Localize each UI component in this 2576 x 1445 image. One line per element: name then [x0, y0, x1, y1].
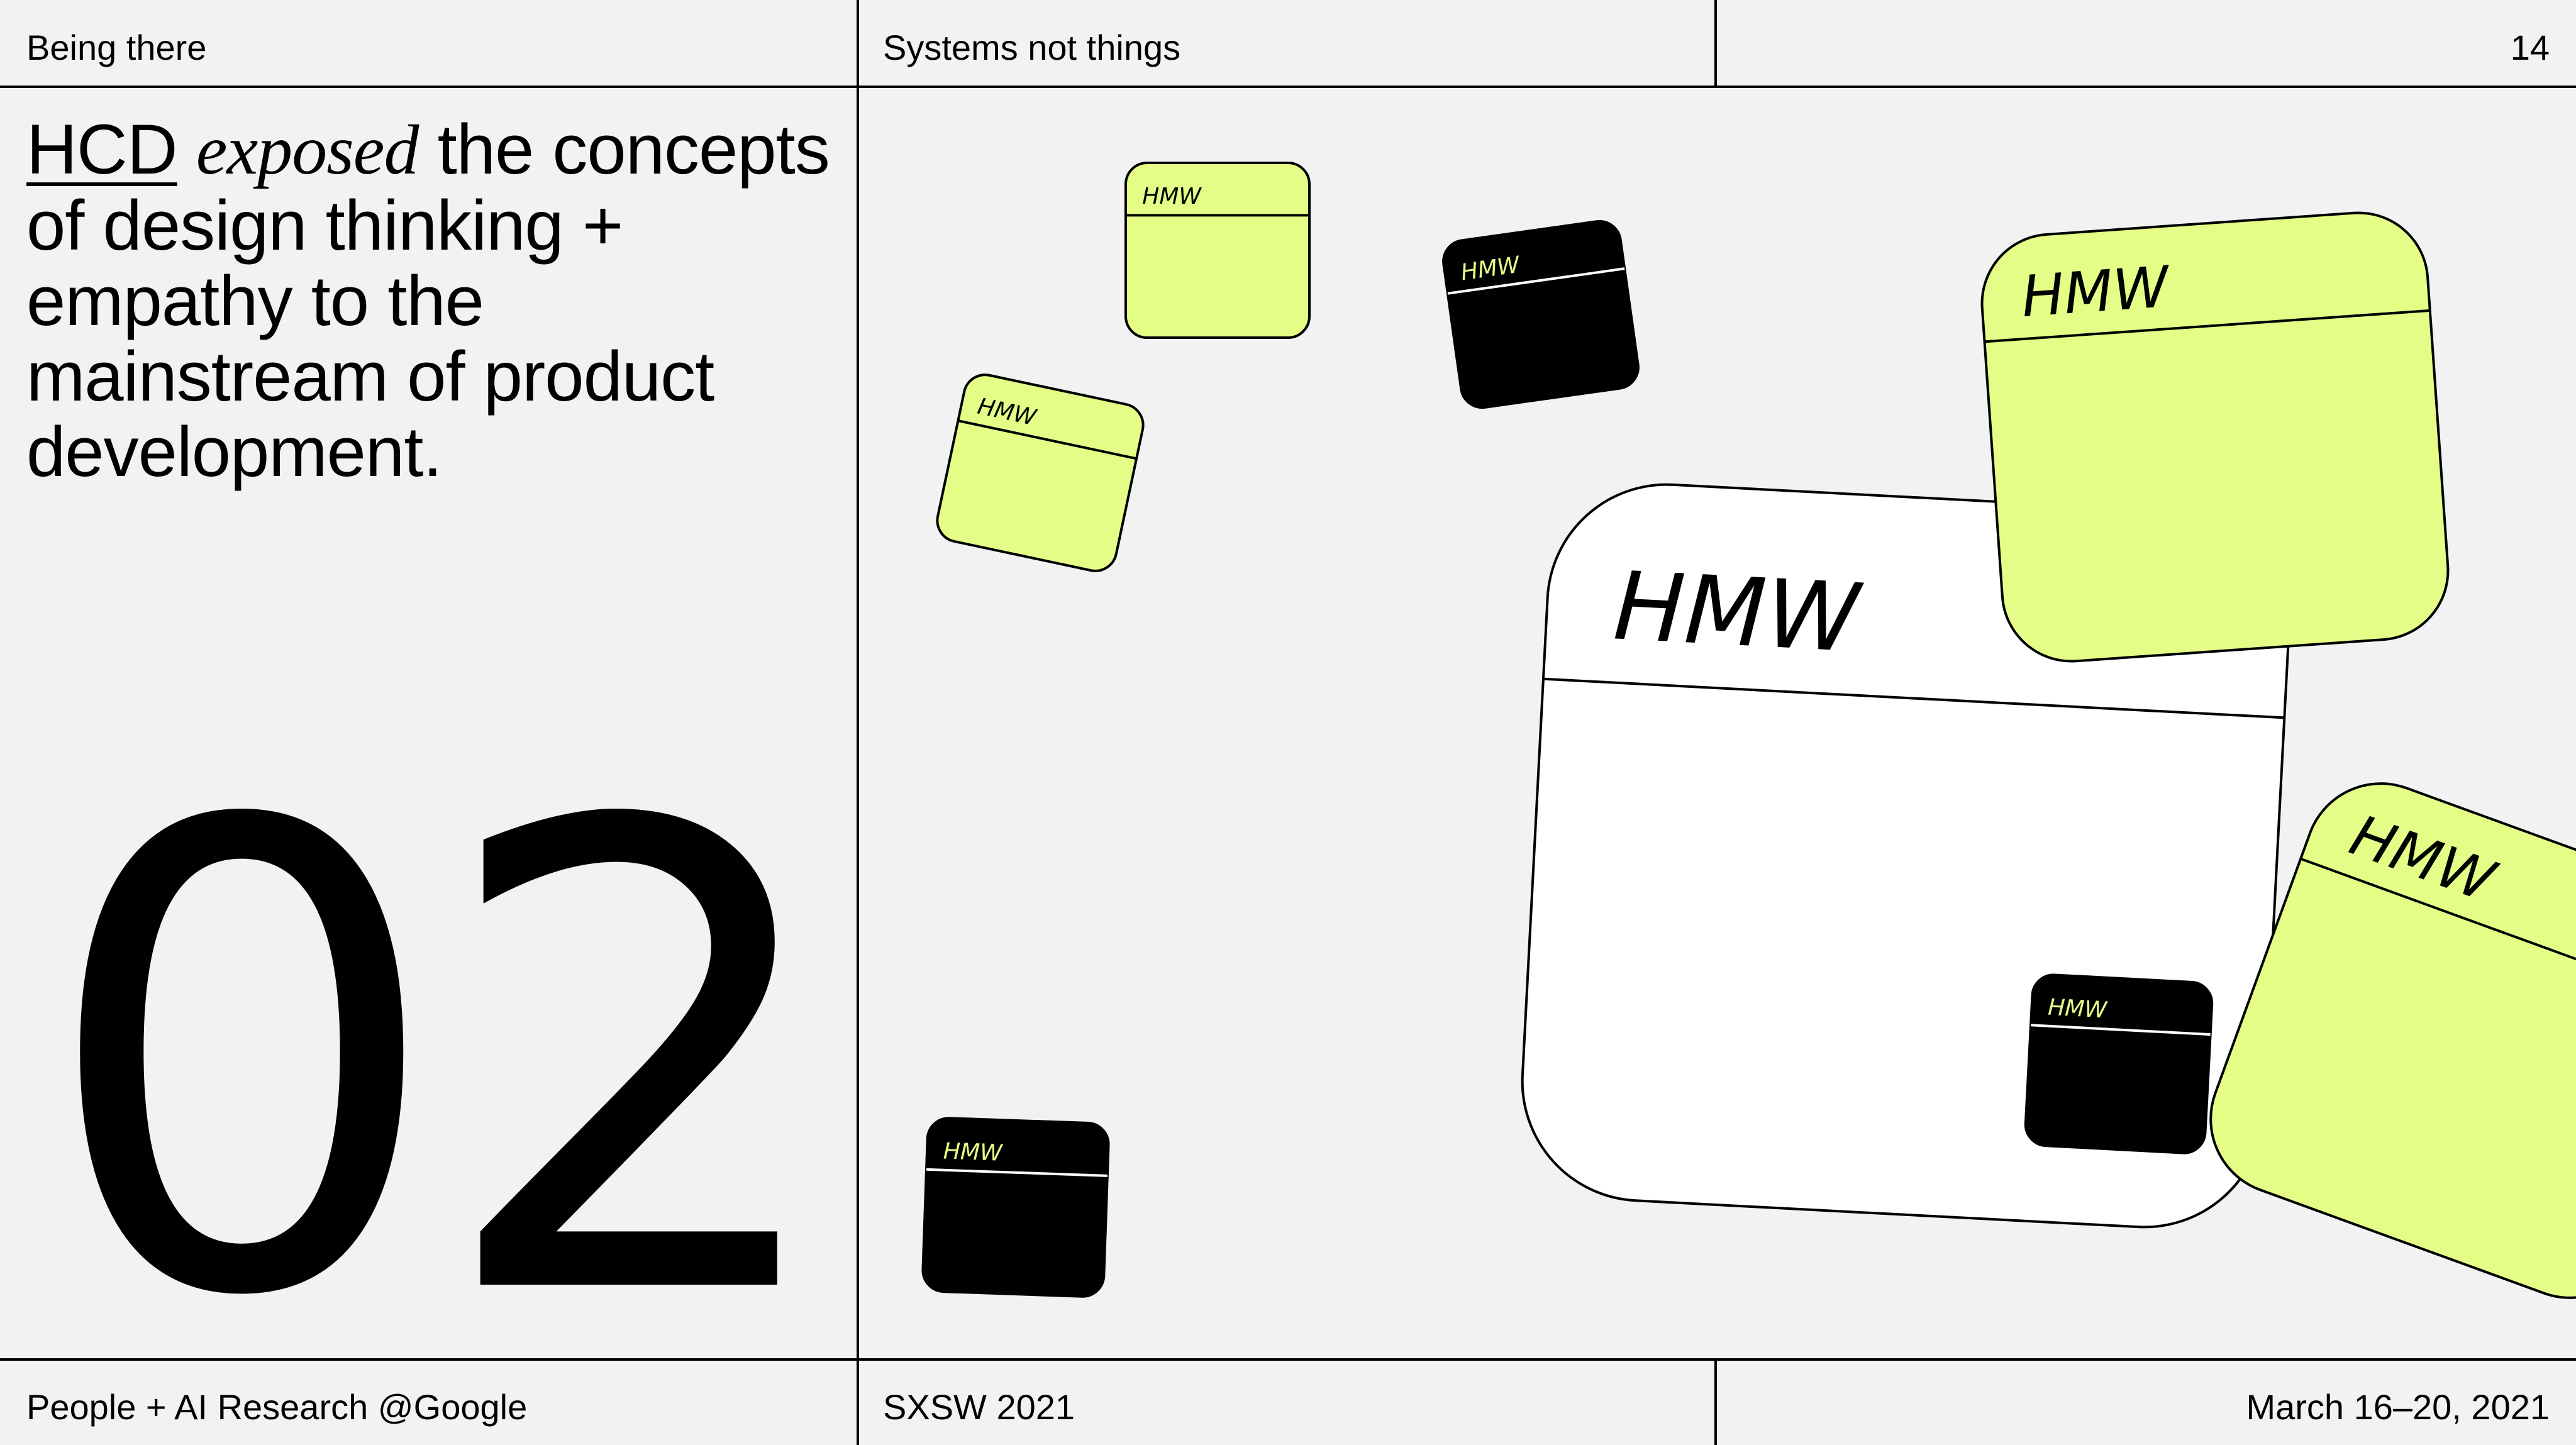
- sticky-note-label: HMW: [2019, 254, 2173, 330]
- sticky-note-label: HMW: [943, 1139, 1004, 1166]
- sticky-note-label: HMW: [1611, 551, 1865, 673]
- sticky-note-label: HMW: [1142, 184, 1202, 209]
- sticky-notes-illustration: HMWHMWHMWHMWHMWHMWHMWHMW: [921, 162, 2576, 1299]
- sticky-note-lime-small-top: HMW: [1124, 162, 1311, 339]
- sticky-note-black-small-top: HMW: [1442, 219, 1640, 409]
- sticky-note-body: [936, 374, 1145, 572]
- sticky-note-label: HMW: [2047, 995, 2108, 1024]
- sticky-note-lime-small-left: HMW: [936, 374, 1145, 572]
- sticky-note-black-small-bottom: HMW: [921, 1117, 1110, 1298]
- sticky-note-lime-large-top: HMW: [1980, 211, 2450, 663]
- sticky-note-black-small-right: HMW: [2024, 973, 2214, 1154]
- sticky-note-body: [1442, 219, 1640, 409]
